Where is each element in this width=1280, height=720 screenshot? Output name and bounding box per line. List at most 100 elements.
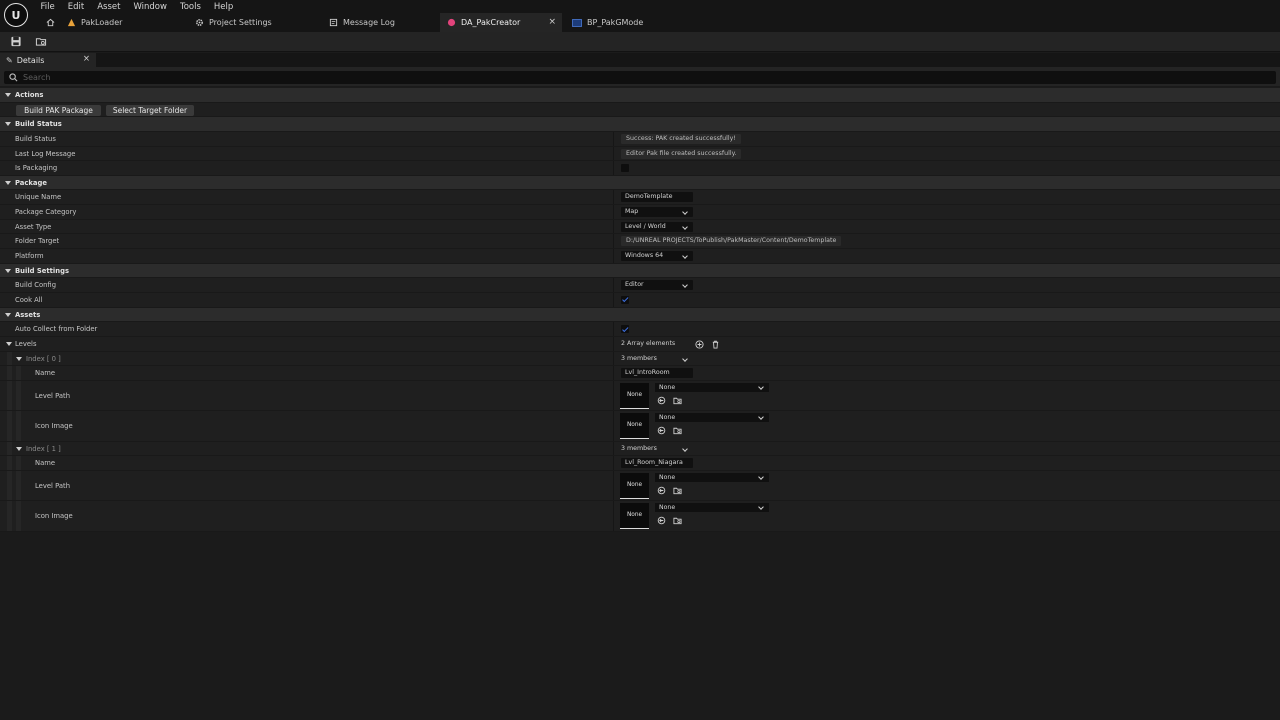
property-package-category: Package Category Map [0, 205, 1280, 220]
search-icon [9, 73, 18, 82]
property-label: Auto Collect from Folder [15, 325, 98, 334]
chevron-down-icon [5, 122, 11, 127]
property-platform: Platform Windows 64 [0, 249, 1280, 264]
property-folder-target: Folder Target D:/UNREAL PROJECTS/ToPubli… [0, 234, 1280, 250]
home-icon [46, 18, 54, 27]
tab-project-settings[interactable]: Project Settings [190, 13, 316, 32]
menu-asset[interactable]: Asset [91, 1, 127, 13]
browse-folder-icon[interactable] [673, 486, 682, 495]
property-label: Build Status [15, 134, 56, 143]
chevron-down-icon[interactable] [16, 446, 22, 451]
property-label: Name [35, 459, 56, 468]
tab-message-log[interactable]: Message Log [316, 13, 440, 32]
close-icon[interactable]: × [83, 54, 90, 64]
level-name-input[interactable]: Lvl_IntroRoom [621, 368, 693, 379]
tab-bp-pakgmode[interactable]: BP_PakGMode [562, 13, 682, 32]
select-target-folder-button[interactable]: Select Target Folder [106, 104, 194, 116]
chevron-down-icon [682, 253, 688, 259]
build-config-dropdown[interactable]: Editor [621, 280, 693, 291]
build-pak-button[interactable]: Build PAK Package [16, 104, 101, 116]
property-label: Cook All [15, 295, 43, 304]
chevron-down-icon [682, 209, 688, 215]
level-path-picker[interactable]: None [655, 382, 769, 392]
pencil-icon: ✎ [6, 55, 13, 65]
browse-folder-icon[interactable] [673, 426, 682, 435]
array-index-label: Index [ 1 ] [26, 444, 61, 453]
category-assets[interactable]: Assets [0, 307, 1280, 323]
details-search-row [0, 67, 1280, 87]
details-properties: Actions Build PAK Package Select Target … [0, 88, 1280, 532]
category-package[interactable]: Package [0, 175, 1280, 191]
levels-index-1: Index [ 1 ] 3 members [0, 441, 1280, 457]
save-icon[interactable] [10, 36, 22, 47]
property-level-1-icon-image: Icon Image None None [0, 501, 1280, 532]
property-build-config: Build Config Editor [0, 278, 1280, 293]
unique-name-input[interactable]: DemoTemplate [621, 192, 693, 203]
chevron-down-icon [682, 223, 688, 230]
asset-thumbnail[interactable]: None [620, 382, 649, 409]
property-last-log-message: Last Log Message Editor Pak file created… [0, 146, 1280, 162]
package-category-dropdown[interactable]: Map [621, 207, 693, 218]
tab-label: Message Log [343, 18, 395, 27]
menu-help[interactable]: Help [207, 1, 239, 13]
cook-all-checkbox[interactable] [621, 295, 629, 304]
trash-icon[interactable] [711, 340, 720, 349]
category-build-settings[interactable]: Build Settings [0, 263, 1280, 279]
members-dropdown[interactable]: 3 members [617, 444, 693, 454]
browse-folder-icon[interactable] [35, 36, 47, 47]
chevron-down-icon [5, 93, 11, 97]
property-label: Name [35, 369, 56, 378]
menu-file[interactable]: File [34, 1, 61, 13]
use-selected-icon[interactable] [657, 396, 666, 405]
title-bar: U File Edit Asset Window Tools Help PakL… [0, 0, 1280, 32]
platform-dropdown[interactable]: Windows 64 [621, 251, 693, 262]
tab-pakloader[interactable]: PakLoader [60, 13, 190, 32]
is-packaging-checkbox[interactable] [621, 164, 629, 173]
property-label: Folder Target [15, 237, 60, 246]
asset-thumbnail[interactable]: None [620, 472, 649, 499]
property-label: Asset Type [15, 222, 52, 231]
search-input[interactable] [4, 71, 1276, 84]
add-element-icon[interactable] [695, 340, 704, 349]
chevron-down-icon[interactable] [16, 356, 22, 361]
property-level-1-name: Name Lvl_Room_Niagara [0, 456, 1280, 471]
browse-folder-icon[interactable] [673, 396, 682, 405]
chevron-down-icon [682, 445, 688, 452]
tab-label: Project Settings [209, 18, 272, 27]
level-path-picker[interactable]: None [655, 472, 769, 482]
asset-thumbnail[interactable]: None [620, 503, 649, 530]
icon-image-picker[interactable]: None [655, 503, 769, 513]
asset-thumbnail[interactable]: None [620, 413, 649, 440]
details-tab[interactable]: ✎ Details × [0, 53, 96, 67]
property-label: Level Path [35, 481, 71, 490]
level-name-input[interactable]: Lvl_Room_Niagara [621, 458, 693, 469]
asset-type-dropdown[interactable]: Level / World [621, 221, 693, 232]
use-selected-icon[interactable] [657, 486, 666, 495]
property-label: Last Log Message [15, 149, 76, 158]
use-selected-icon[interactable] [657, 426, 666, 435]
category-actions[interactable]: Actions [0, 88, 1280, 103]
property-build-status: Build Status Success: PAK created succes… [0, 131, 1280, 147]
category-build-status[interactable]: Build Status [0, 117, 1280, 132]
tab-label: PakLoader [81, 18, 123, 27]
icon-image-picker[interactable]: None [655, 413, 769, 423]
tab-da-pakcreator[interactable]: DA_PakCreator × [440, 13, 562, 32]
chevron-down-icon[interactable] [6, 341, 12, 346]
array-index-label: Index [ 0 ] [26, 354, 61, 363]
chevron-down-icon [758, 504, 764, 511]
use-selected-icon[interactable] [657, 516, 666, 525]
property-label: Is Packaging [15, 164, 58, 173]
document-tabs: PakLoader Project Settings Message Log D… [40, 13, 682, 32]
property-auto-collect: Auto Collect from Folder [0, 322, 1280, 337]
browse-folder-icon[interactable] [673, 516, 682, 525]
home-tab[interactable] [40, 13, 60, 32]
auto-collect-checkbox[interactable] [621, 325, 629, 334]
unreal-logo-icon[interactable]: U [4, 3, 28, 27]
menu-edit[interactable]: Edit [61, 1, 90, 13]
members-dropdown[interactable]: 3 members [617, 354, 693, 364]
close-icon[interactable]: × [548, 17, 556, 27]
menu-tools[interactable]: Tools [173, 1, 207, 13]
chevron-down-icon [5, 268, 11, 273]
menu-window[interactable]: Window [127, 1, 174, 13]
tab-label: BP_PakGMode [587, 18, 644, 27]
